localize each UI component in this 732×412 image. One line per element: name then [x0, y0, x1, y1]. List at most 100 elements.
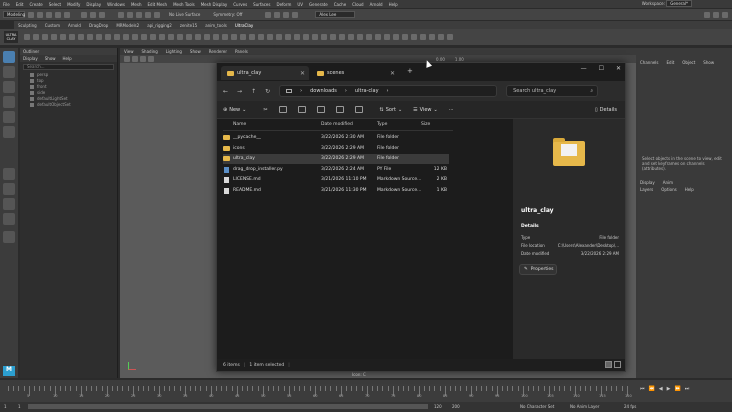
select-by-component-icon[interactable]	[99, 11, 105, 18]
ultra-clay-shelf-button[interactable]: ULTRA CLAY	[4, 31, 18, 43]
shelf-tool-icon[interactable]	[447, 34, 453, 40]
viewport-menu-item[interactable]: Lighting	[166, 49, 182, 54]
wireframe-icon[interactable]	[140, 56, 146, 62]
menu-item[interactable]: Edit Mesh	[148, 2, 168, 7]
shelf-tool-icon[interactable]	[141, 34, 147, 40]
shelf-tool-icon[interactable]	[285, 34, 291, 40]
viewport-menu-item[interactable]: View	[124, 49, 134, 54]
shelf-tool-icon[interactable]	[303, 34, 309, 40]
layers-menu[interactable]: Layers	[640, 187, 653, 192]
viewport-menu-item[interactable]: Panels	[235, 49, 248, 54]
render-icon[interactable]	[265, 11, 272, 18]
fps-dropdown[interactable]: 24 fps	[624, 404, 636, 409]
minimize-button[interactable]: —	[581, 65, 587, 72]
breadcrumb-ultra-clay[interactable]: ultra-clay	[355, 88, 379, 94]
menu-item[interactable]: Generate	[309, 2, 328, 7]
menu-item[interactable]: Surfaces	[253, 2, 270, 7]
shelf-tool-icon[interactable]	[429, 34, 435, 40]
shelf-tool-icon[interactable]	[231, 34, 237, 40]
select-by-hierarchy-icon[interactable]	[81, 11, 87, 18]
shelf-tab[interactable]: api_rigging2	[147, 23, 172, 28]
shelf-tool-icon[interactable]	[393, 34, 399, 40]
new-button[interactable]: ⊕ New ⌄	[223, 107, 246, 113]
maximize-button[interactable]: ☐	[599, 65, 604, 72]
shelf-tool-icon[interactable]	[33, 34, 39, 40]
shelf-tool-icon[interactable]	[132, 34, 138, 40]
camera-icon[interactable]	[124, 56, 130, 62]
menu-item[interactable]: Display	[86, 2, 101, 7]
shelf-tool-icon[interactable]	[267, 34, 273, 40]
shelf-tool-icon[interactable]	[402, 34, 408, 40]
menu-item[interactable]: Windows	[107, 2, 125, 7]
copy-icon[interactable]	[278, 106, 287, 113]
more-options-button[interactable]: ···	[449, 107, 454, 113]
menu-item[interactable]: Mesh	[131, 2, 142, 7]
shelf-tool-icon[interactable]	[276, 34, 282, 40]
shelf-tool-icon[interactable]	[330, 34, 336, 40]
shelf-tool-icon[interactable]	[159, 34, 165, 40]
shelf-tool-icon[interactable]	[42, 34, 48, 40]
delete-icon[interactable]	[354, 106, 363, 113]
outliner-item[interactable]: defaultObjectSet	[20, 102, 117, 108]
outliner-menu-item[interactable]: Show	[45, 56, 56, 61]
go-to-end-icon[interactable]: ⏭	[685, 386, 690, 392]
shelf-tool-icon[interactable]	[105, 34, 111, 40]
shelf-tool-icon[interactable]	[420, 34, 426, 40]
save-scene-icon[interactable]	[46, 11, 52, 18]
viewport-menu-item[interactable]: Renderer	[209, 49, 227, 54]
user-dropdown[interactable]: Alex Lee	[315, 11, 356, 18]
menu-item[interactable]: Mesh Tools	[173, 2, 195, 7]
shelf-tool-icon[interactable]	[258, 34, 264, 40]
help-menu[interactable]: Help	[685, 187, 694, 192]
menu-item[interactable]: Help	[389, 2, 398, 7]
sort-button[interactable]: ⇅ Sort ⌄	[380, 107, 403, 113]
grid-icon[interactable]	[132, 56, 138, 62]
select-by-object-icon[interactable]	[90, 11, 96, 18]
snap-grid-icon[interactable]	[118, 11, 124, 18]
menu-item[interactable]: Cloud	[352, 2, 363, 7]
go-to-start-icon[interactable]: ⏮	[640, 386, 645, 392]
back-arrow-icon[interactable]: ←	[223, 88, 228, 95]
channel-box-menu-item[interactable]: Edit	[667, 60, 675, 65]
menu-item[interactable]: Cache	[334, 2, 346, 7]
file-row[interactable]: LICENSE.md 3/21/2026 11:10 PM Markdown Sou…	[223, 175, 449, 185]
time-slider[interactable]: 5 10 15 20 25 30 35 40 45 50 55 60 65 70 75 80 85 90 95 100…	[0, 380, 732, 402]
range-end-field[interactable]: 120	[434, 404, 442, 409]
new-scene-icon[interactable]	[28, 11, 34, 18]
shelf-tool-icon[interactable]	[24, 34, 30, 40]
snap-point-icon[interactable]	[136, 11, 142, 18]
tab-display[interactable]: Display	[640, 180, 655, 185]
four-view-icon[interactable]	[3, 183, 15, 195]
shelf-tool-icon[interactable]	[213, 34, 219, 40]
close-window-button[interactable]: ✕	[616, 65, 621, 72]
shelf-tool-icon[interactable]	[177, 34, 183, 40]
shelf-tool-icon[interactable]	[339, 34, 345, 40]
search-icon[interactable]	[3, 231, 15, 243]
exposure-value[interactable]: 0.00	[436, 57, 445, 62]
step-forward-icon[interactable]: ⏩	[674, 386, 680, 392]
tab-scenes[interactable]: scenes ✕	[311, 66, 399, 80]
shelf-tab[interactable]: Arnold	[68, 23, 81, 28]
move-tool-icon[interactable]	[3, 96, 15, 108]
shelf-tool-icon[interactable]	[168, 34, 174, 40]
scale-tool-icon[interactable]	[3, 126, 15, 138]
share-icon[interactable]	[335, 106, 344, 113]
channel-box-menu-item[interactable]: Show	[703, 60, 714, 65]
channel-box-icon[interactable]	[722, 11, 728, 18]
smooth-shade-icon[interactable]	[148, 56, 154, 62]
shelf-tool-icon[interactable]	[438, 34, 444, 40]
rotate-tool-icon[interactable]	[3, 111, 15, 123]
rename-icon[interactable]	[316, 106, 325, 113]
shelf-tool-icon[interactable]	[249, 34, 255, 40]
menu-item[interactable]: Mesh Display	[201, 2, 228, 7]
range-slider[interactable]	[28, 404, 428, 409]
file-row[interactable]: README.md 3/21/2026 11:30 PM Markdown Sour…	[223, 186, 449, 196]
properties-button[interactable]: ✎ Properties	[519, 264, 557, 275]
file-row[interactable]: ultra_clay 3/22/2026 2:29 AM File folder	[223, 154, 449, 164]
step-back-icon[interactable]: ⏪	[649, 386, 655, 392]
menu-item[interactable]: Deform	[276, 2, 291, 7]
shelf-tool-icon[interactable]	[204, 34, 210, 40]
file-row[interactable]: icons 3/22/2026 2:29 AM File folder	[223, 144, 449, 154]
shelf-tool-icon[interactable]	[357, 34, 363, 40]
snap-surface-icon[interactable]	[154, 11, 160, 18]
